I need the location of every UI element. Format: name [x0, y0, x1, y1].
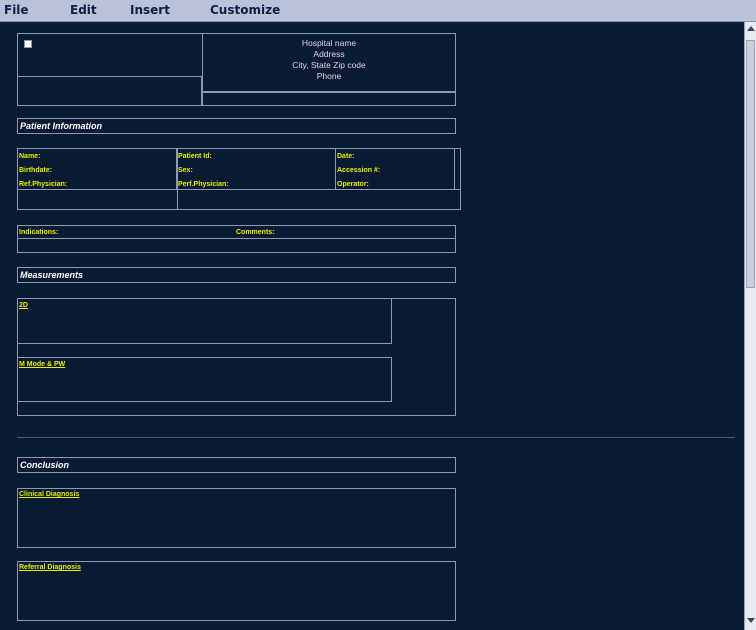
- indications-row-divider: [17, 238, 456, 239]
- scroll-up-icon[interactable]: [747, 26, 755, 31]
- logo-placeholder-icon[interactable]: [24, 40, 32, 48]
- hospital-address: Address: [313, 49, 345, 59]
- indications-label: Indications:: [19, 229, 59, 236]
- patient-row-divider: [17, 189, 461, 190]
- twod-label: 2D: [19, 302, 28, 309]
- menu-bar: File Edit Insert Customize: [0, 0, 756, 22]
- menu-insert[interactable]: Insert: [130, 3, 170, 17]
- operator-label: Operator:: [337, 181, 369, 188]
- hospital-city: City, State Zip code: [292, 60, 366, 70]
- scroll-down-icon[interactable]: [747, 618, 755, 623]
- comments-label: Comments:: [236, 229, 275, 236]
- menu-customize[interactable]: Customize: [210, 3, 280, 17]
- clinical-diagnosis-label: Clinical Diagnosis: [19, 491, 80, 498]
- twod-box[interactable]: [17, 298, 392, 344]
- name-label: Name:: [19, 153, 41, 160]
- patient-id-label: Patient Id:: [178, 153, 212, 160]
- vertical-scrollbar[interactable]: [744, 22, 756, 630]
- birthdate-label: Birthdate:: [19, 167, 53, 174]
- perf-physician-label: Perf.Physician:: [178, 181, 229, 188]
- clinical-diagnosis-box[interactable]: [17, 488, 456, 548]
- conclusion-title: Conclusion: [20, 460, 69, 470]
- conclusion-header: [17, 457, 456, 473]
- header-left-lower-box: [17, 76, 202, 106]
- patient-info-title: Patient Information: [20, 121, 103, 131]
- referral-diagnosis-label: Referral Diagnosis: [19, 564, 81, 571]
- date-label: Date:: [337, 153, 355, 160]
- hospital-phone: Phone: [316, 71, 342, 81]
- page-separator: [17, 437, 735, 438]
- accession-label: Accession #:: [337, 167, 381, 174]
- menu-file[interactable]: File: [4, 3, 29, 17]
- hospital-name: Hospital name: [301, 38, 357, 48]
- mmode-box[interactable]: [17, 357, 392, 402]
- hospital-lower-box: [202, 92, 456, 106]
- mmode-label: M Mode & PW: [19, 361, 66, 368]
- sex-label: Sex:: [178, 167, 193, 174]
- menu-edit[interactable]: Edit: [70, 3, 97, 17]
- report-canvas: Hospital name Address City, State Zip co…: [0, 22, 744, 630]
- ref-physician-label: Ref.Physician:: [19, 181, 68, 188]
- scrollbar-thumb[interactable]: [746, 40, 755, 288]
- referral-diagnosis-box[interactable]: [17, 561, 456, 621]
- measurements-title: Measurements: [20, 270, 84, 280]
